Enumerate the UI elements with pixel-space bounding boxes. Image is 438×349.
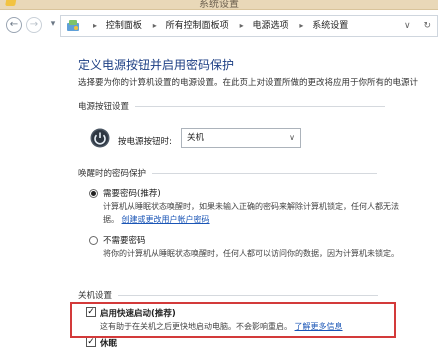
highlight-annotation-box	[70, 302, 396, 338]
back-arrow-icon[interactable]: ←	[6, 17, 22, 33]
power-button-action-value: 关机	[187, 133, 205, 143]
hibernate-title[interactable]: 休眠	[100, 337, 117, 349]
address-bar[interactable]: ▸ 控制面板 ▸ 所有控制面板项 ▸ 电源选项 ▸ 系统设置 ∨ ↻	[60, 15, 438, 37]
no-password-desc: 将你的计算机从睡眠状态唤醒时，任何人都可以访问你的数据，因为计算机未锁定。	[103, 249, 399, 258]
breadcrumb-control-panel[interactable]: 控制面板	[106, 21, 142, 31]
change-password-link[interactable]: 创建或更改用户帐户密码	[122, 215, 210, 224]
forward-arrow-icon[interactable]: →	[26, 17, 42, 33]
require-password-desc: 计算机从睡眠状态唤醒时，如果未输入正确的密码来解除计算机锁定，任何人都无法	[103, 202, 399, 211]
dropdown-caret-icon[interactable]: ∨	[404, 21, 411, 31]
refresh-icon[interactable]: ↻	[423, 21, 431, 31]
section-shutdown: 关机设置	[78, 289, 379, 301]
hibernate-checkbox[interactable]: ✓	[86, 337, 96, 347]
section-wake-password: 唤醒时的密码保护	[78, 167, 378, 179]
breadcrumb: ▸ 控制面板 ▸ 所有控制面板项 ▸ 电源选项 ▸ 系统设置	[93, 21, 349, 31]
window-titlebar: 系统设置	[0, 0, 438, 10]
navigation-bar: ← → ▾ ▸ 控制面板 ▸ 所有控制面板项 ▸ 电源选项 ▸ 系统设置 ∨ ↻	[0, 12, 438, 40]
power-icon	[90, 128, 110, 148]
window-title: 系统设置	[199, 0, 239, 10]
require-password-radio[interactable]	[89, 189, 98, 198]
no-password-title[interactable]: 不需要密码	[103, 234, 146, 246]
require-password-desc-line2: 据。 创建或更改用户帐户密码	[103, 215, 210, 224]
breadcrumb-system-settings[interactable]: 系统设置	[312, 21, 348, 31]
power-button-label: 按电源按钮时:	[118, 137, 172, 147]
page-title: 定义电源按钮并启用密码保护	[78, 58, 235, 72]
section-power-button: 电源按钮设置	[78, 100, 386, 112]
require-password-title[interactable]: 需要密码(推荐)	[103, 187, 161, 199]
page-intro: 选择要为你的计算机设置的电源设置。在此页上对设置所做的更改将应用于你所有的电源计	[78, 78, 419, 88]
breadcrumb-all-items[interactable]: 所有控制面板项	[166, 21, 229, 31]
up-chevron-icon[interactable]: ▾	[45, 17, 61, 33]
control-panel-icon	[67, 20, 79, 31]
power-button-action-select[interactable]: 关机 ∨	[181, 128, 301, 148]
chevron-down-icon: ∨	[289, 133, 295, 142]
breadcrumb-power-options[interactable]: 电源选项	[252, 21, 288, 31]
no-password-radio[interactable]	[89, 236, 98, 245]
